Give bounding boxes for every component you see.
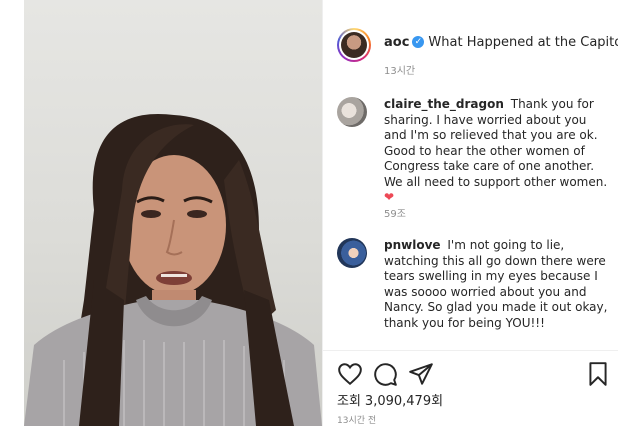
caption-timestamp[interactable]: 13시간 <box>384 62 415 77</box>
caption-text: What Happened at the Capitol. <box>428 35 630 50</box>
heart-emoji: ❤ <box>384 190 395 204</box>
post-header: aoc ✓ What Happened at the Capitol. 13시간 <box>323 0 630 80</box>
share-icon[interactable] <box>408 361 434 387</box>
verified-icon: ✓ <box>412 35 425 48</box>
comment-body: pnwlove I'm not going to lie, watching t… <box>384 238 609 331</box>
comment-likes[interactable]: 59조 <box>384 205 406 220</box>
avatar-inner <box>339 30 369 60</box>
comment-username[interactable]: claire_the_dragon <box>384 97 504 111</box>
video-frame <box>24 113 322 426</box>
post-timestamp[interactable]: 13시간 전 <box>337 413 376 426</box>
profile-avatar[interactable] <box>337 28 371 62</box>
commenter-avatar[interactable] <box>337 238 367 268</box>
heart-icon[interactable] <box>337 361 363 387</box>
comment-body: claire_the_dragon Thank you for sharing.… <box>384 97 609 206</box>
divider <box>323 350 619 351</box>
comment-username[interactable]: pnwlove <box>384 238 441 252</box>
views-number: 3,090,479회 <box>364 394 444 409</box>
comment-icon[interactable] <box>372 361 398 387</box>
video-player[interactable] <box>24 0 322 426</box>
caption: aoc ✓ What Happened at the Capitol. <box>384 35 630 50</box>
views-label: 조회 <box>337 394 361 409</box>
commenter-avatar[interactable] <box>337 97 367 127</box>
view-count: 조회 3,090,479회 <box>337 390 443 409</box>
bookmark-icon[interactable] <box>585 361 611 387</box>
post-username[interactable]: aoc <box>384 35 409 50</box>
avatar-image <box>341 32 367 58</box>
page-margin <box>618 0 640 426</box>
post-sidebar: aoc ✓ What Happened at the Capitol. 13시간 c… <box>322 0 630 426</box>
